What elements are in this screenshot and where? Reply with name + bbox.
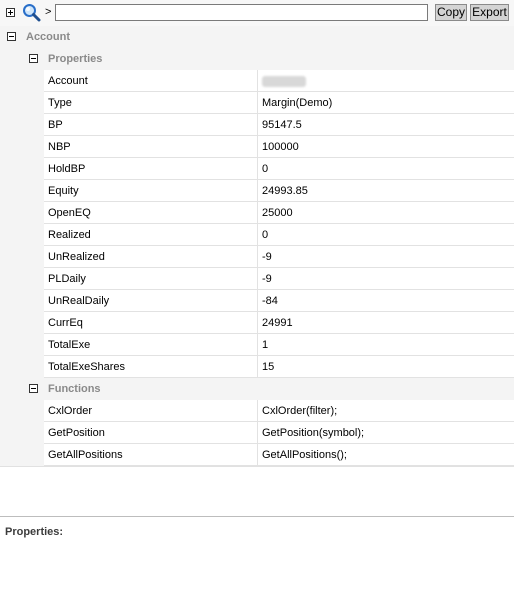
column-divider [257,246,258,267]
property-name: NBP [48,141,71,153]
collapse-icon[interactable] [7,32,16,41]
function-name: GetPosition [48,427,105,439]
column-divider [257,180,258,201]
property-row[interactable]: CurrEq 24991 [44,312,514,334]
property-row[interactable]: TotalExe 1 [44,334,514,356]
property-name: BP [48,119,63,131]
redacted-value [262,76,306,87]
property-value: 25000 [262,207,293,219]
column-divider [257,268,258,289]
property-value: 24993.85 [262,185,308,197]
property-row[interactable]: OpenEQ 25000 [44,202,514,224]
property-value: 0 [262,163,269,175]
function-signature: GetAllPositions(); [262,449,347,461]
export-button[interactable]: Export [470,4,509,21]
property-value-redacted [262,75,306,90]
property-value: Margin(Demo) [262,97,333,109]
property-row[interactable]: Equity 24993.85 [44,180,514,202]
property-row[interactable]: Type Margin(Demo) [44,92,514,114]
property-name: TotalExeShares [48,361,126,373]
column-divider [257,334,258,355]
property-name: HoldBP [48,163,86,175]
collapse-icon[interactable] [29,54,38,63]
column-divider [257,290,258,311]
property-row[interactable]: Account [44,70,514,92]
column-divider [257,224,258,245]
function-name: GetAllPositions [48,449,123,461]
column-divider [257,356,258,377]
column-divider [257,114,258,135]
column-divider [257,136,258,157]
description-panel: Properties: [0,516,514,614]
copy-button[interactable]: Copy [435,4,467,21]
tree-node-label: Properties [48,53,103,65]
command-prompt: > [45,6,52,18]
function-signature: CxlOrder(filter); [262,405,338,417]
expand-all-icon[interactable] [6,8,15,17]
property-value: -84 [262,295,278,307]
property-row[interactable]: TotalExeShares 15 [44,356,514,378]
property-value: 95147.5 [262,119,302,131]
property-name: Type [48,97,72,109]
tree-node-label: Functions [48,383,101,395]
indent-strip [0,70,44,378]
property-value: 0 [262,229,269,241]
column-divider [257,158,258,179]
property-value: 100000 [262,141,299,153]
property-name: Account [48,75,88,87]
function-name: CxlOrder [48,405,93,417]
property-name: Realized [48,229,91,241]
column-divider [257,400,258,421]
function-row[interactable]: GetAllPositions GetAllPositions(); [44,444,514,466]
property-row[interactable]: HoldBP 0 [44,158,514,180]
tree-node-properties[interactable]: Properties [0,48,514,70]
command-input[interactable] [55,4,428,21]
property-row[interactable]: UnRealDaily -84 [44,290,514,312]
tree-node-account[interactable]: Account [0,26,514,48]
property-row[interactable]: BP 95147.5 [44,114,514,136]
column-divider [257,70,258,91]
column-divider [257,202,258,223]
property-value: 1 [262,339,269,351]
property-name: UnRealDaily [48,295,110,307]
column-divider [257,444,258,465]
tree-bottom-border [0,466,514,467]
collapse-icon[interactable] [29,384,38,393]
tree-node-label: Account [26,31,70,43]
column-divider [257,92,258,113]
property-row[interactable]: UnRealized -9 [44,246,514,268]
toolbar: > Copy Export [0,0,514,26]
property-value: 24991 [262,317,293,329]
indent-strip [0,400,44,466]
function-row[interactable]: GetPosition GetPosition(symbol); [44,422,514,444]
property-value: 15 [262,361,275,373]
column-divider [257,422,258,443]
property-row[interactable]: NBP 100000 [44,136,514,158]
function-signature: GetPosition(symbol); [262,427,365,439]
property-tree: Account Properties Account Type Margin(D… [0,26,514,466]
property-value: -9 [262,251,272,263]
search-icon[interactable] [22,3,41,22]
property-name: UnRealized [48,251,105,263]
function-row[interactable]: CxlOrder CxlOrder(filter); [44,400,514,422]
property-name: TotalExe [48,339,91,351]
tree-node-functions[interactable]: Functions [0,378,514,400]
description-title: Properties: [5,526,64,538]
property-value: -9 [262,273,272,285]
property-row[interactable]: PLDaily -9 [44,268,514,290]
property-name: Equity [48,185,79,197]
property-name: CurrEq [48,317,83,329]
property-name: PLDaily [48,273,86,285]
column-divider [257,312,258,333]
property-row[interactable]: Realized 0 [44,224,514,246]
property-name: OpenEQ [48,207,91,219]
